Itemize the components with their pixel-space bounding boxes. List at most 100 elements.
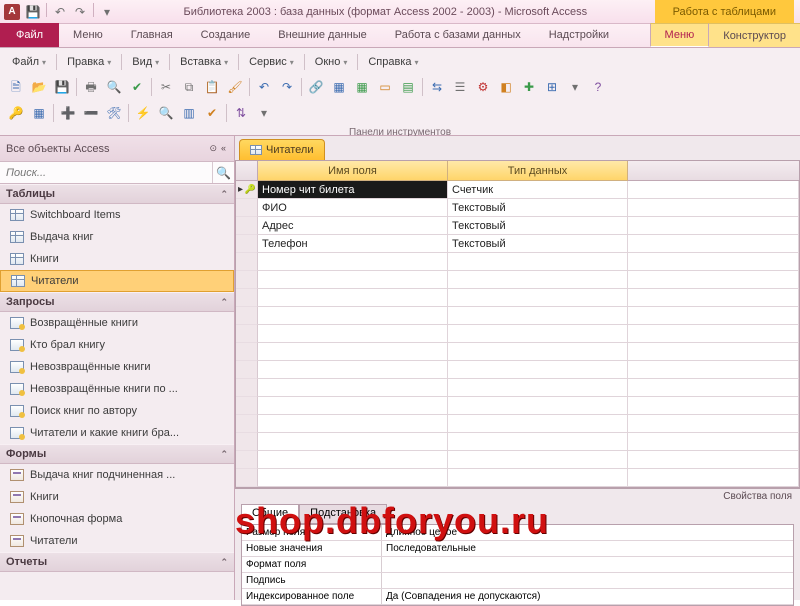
data-type-cell[interactable]: Текстовый xyxy=(448,199,628,217)
row-selector[interactable] xyxy=(236,181,258,199)
save-icon[interactable]: 💾 xyxy=(24,3,42,21)
field-name-cell[interactable] xyxy=(258,415,448,433)
property-row[interactable]: Новые значенияПоследовательные xyxy=(242,541,793,557)
data-type-cell[interactable] xyxy=(448,307,628,325)
field-name-cell[interactable] xyxy=(258,397,448,415)
data-type-cell[interactable]: Текстовый xyxy=(448,235,628,253)
row-selector[interactable] xyxy=(236,217,258,235)
tab-context-menu[interactable]: Меню xyxy=(650,23,710,47)
row-selector[interactable] xyxy=(236,343,258,361)
field-row-empty[interactable] xyxy=(236,469,799,487)
field-row-empty[interactable] xyxy=(236,289,799,307)
row-selector[interactable] xyxy=(236,397,258,415)
property-value[interactable]: Длинное целое xyxy=(382,525,793,540)
row-selector-header[interactable] xyxy=(236,161,258,181)
collapse-group-icon[interactable]: ⌃ xyxy=(220,449,228,460)
description-cell[interactable] xyxy=(628,433,799,451)
redo-icon[interactable]: ↷ xyxy=(277,77,297,97)
tab-create[interactable]: Создание xyxy=(187,23,265,47)
menu-view[interactable]: Вид▾ xyxy=(126,53,165,71)
nav-header[interactable]: Все объекты Access ⊙ « xyxy=(0,136,234,162)
row-selector[interactable] xyxy=(236,415,258,433)
delete-rows-icon[interactable]: ➖ xyxy=(81,103,101,123)
field-name-cell[interactable] xyxy=(258,451,448,469)
options-icon[interactable]: ⊞ xyxy=(542,77,562,97)
field-name-cell[interactable] xyxy=(258,469,448,487)
print-preview-icon[interactable]: 🔍 xyxy=(104,77,124,97)
collapse-group-icon[interactable]: ⌃ xyxy=(220,297,228,308)
description-cell[interactable] xyxy=(628,325,799,343)
description-cell[interactable] xyxy=(628,235,799,253)
description-cell[interactable] xyxy=(628,217,799,235)
data-type-cell[interactable] xyxy=(448,379,628,397)
menu-file[interactable]: Файл▾ xyxy=(6,53,52,71)
test-validation-icon[interactable]: ✔ xyxy=(202,103,222,123)
cut-icon[interactable]: ✂ xyxy=(156,77,176,97)
nav-item[interactable]: Выдача книг подчиненная ... xyxy=(0,464,234,486)
field-name-cell[interactable]: Номер чит билета xyxy=(258,181,448,199)
tab-addins[interactable]: Надстройки xyxy=(535,23,623,47)
search-icon[interactable]: 🔍 xyxy=(212,162,234,183)
field-row[interactable]: ФИОТекстовый xyxy=(236,199,799,217)
redo-icon[interactable]: ↷ xyxy=(71,3,89,21)
property-value[interactable]: Да (Совпадения не допускаются) xyxy=(382,589,793,604)
indexes-icon[interactable]: ⚡ xyxy=(133,103,153,123)
field-name-cell[interactable] xyxy=(258,379,448,397)
save-icon[interactable]: 💾 xyxy=(52,77,72,97)
menu-edit[interactable]: Правка▾ xyxy=(61,53,117,71)
field-name-cell[interactable]: Адрес xyxy=(258,217,448,235)
field-row-empty[interactable] xyxy=(236,379,799,397)
tab-design[interactable]: Конструктор xyxy=(709,23,800,47)
file-tab[interactable]: Файл xyxy=(0,23,59,47)
open-icon[interactable]: 📂 xyxy=(29,77,49,97)
collapse-group-icon[interactable]: ⌃ xyxy=(220,189,228,200)
field-row-empty[interactable] xyxy=(236,325,799,343)
field-name-cell[interactable] xyxy=(258,433,448,451)
field-name-cell[interactable] xyxy=(258,343,448,361)
data-type-cell[interactable]: Текстовый xyxy=(448,217,628,235)
data-type-cell[interactable] xyxy=(448,325,628,343)
description-cell[interactable] xyxy=(628,307,799,325)
field-name-cell[interactable] xyxy=(258,307,448,325)
undo-icon[interactable]: ↶ xyxy=(254,77,274,97)
field-row[interactable]: ТелефонТекстовый xyxy=(236,235,799,253)
nav-search-input[interactable] xyxy=(0,162,212,183)
collapse-group-icon[interactable]: ⌃ xyxy=(220,557,228,568)
document-tab[interactable]: Читатели xyxy=(239,139,325,160)
property-value[interactable] xyxy=(382,573,793,588)
col-header-field-name[interactable]: Имя поля xyxy=(258,161,448,181)
nav-item[interactable]: Невозвращённые книги по ... xyxy=(0,378,234,400)
menu-window[interactable]: Окно▾ xyxy=(309,53,354,71)
data-type-cell[interactable] xyxy=(448,397,628,415)
nav-group-header[interactable]: Отчеты⌃ xyxy=(0,552,234,572)
key-icon[interactable]: 🔑 xyxy=(6,103,26,123)
module-icon[interactable]: ◧ xyxy=(496,77,516,97)
object-deps-icon[interactable]: ⇅ xyxy=(231,103,251,123)
nav-group-header[interactable]: Запросы⌃ xyxy=(0,292,234,312)
field-row-empty[interactable] xyxy=(236,307,799,325)
description-cell[interactable] xyxy=(628,451,799,469)
description-cell[interactable] xyxy=(628,361,799,379)
tab-home[interactable]: Главная xyxy=(117,23,187,47)
row-selector[interactable] xyxy=(236,289,258,307)
col-header-data-type[interactable]: Тип данных xyxy=(448,161,628,181)
row-selector[interactable] xyxy=(236,325,258,343)
field-row-empty[interactable] xyxy=(236,451,799,469)
analyze-icon[interactable]: ✚ xyxy=(519,77,539,97)
property-row[interactable]: Формат поля xyxy=(242,557,793,573)
data-type-cell[interactable] xyxy=(448,253,628,271)
field-name-cell[interactable] xyxy=(258,271,448,289)
tab-menu[interactable]: Меню xyxy=(59,23,117,47)
spelling-icon[interactable]: ✔ xyxy=(127,77,147,97)
query-icon[interactable]: ▦ xyxy=(352,77,372,97)
help-icon[interactable]: ? xyxy=(588,77,608,97)
field-name-cell[interactable] xyxy=(258,325,448,343)
nav-item[interactable]: Switchboard Items xyxy=(0,204,234,226)
field-row-empty[interactable] xyxy=(236,361,799,379)
row-selector[interactable] xyxy=(236,361,258,379)
nav-collapse-icon[interactable]: « xyxy=(219,142,228,155)
nav-item[interactable]: Книги xyxy=(0,486,234,508)
menu-service[interactable]: Сервис▾ xyxy=(243,53,300,71)
row-selector[interactable] xyxy=(236,307,258,325)
property-value[interactable]: Последовательные xyxy=(382,541,793,556)
